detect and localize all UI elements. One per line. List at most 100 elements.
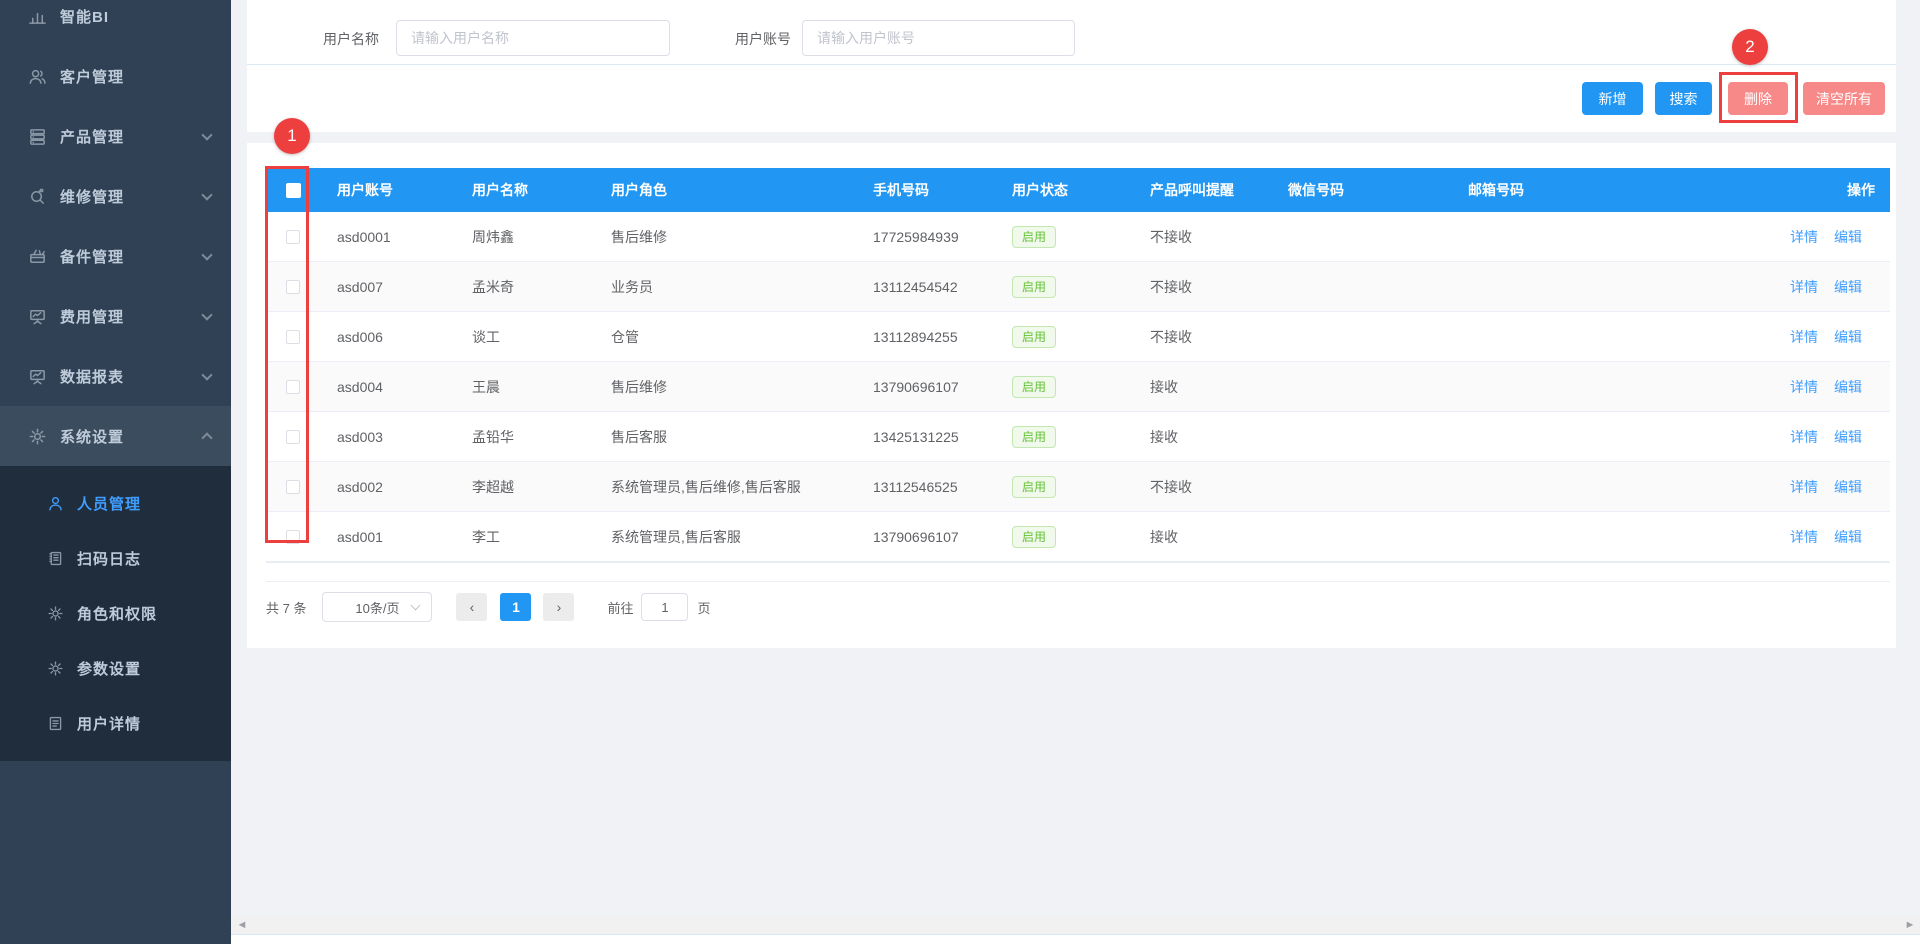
- cell-notify: 不接收: [1133, 227, 1271, 247]
- pagination-total: 共 7 条: [266, 598, 306, 617]
- params-gear-icon: [46, 660, 64, 678]
- customers-icon: [27, 66, 47, 86]
- row-checkbox[interactable]: [286, 330, 300, 344]
- status-badge: 启用: [1012, 426, 1056, 448]
- cell-role: 系统管理员,售后维修,售后客服: [594, 477, 856, 497]
- sidebar-item[interactable]: 智能BI: [0, 0, 231, 46]
- table-header-row: 用户账号用户名称用户角色手机号码用户状态产品呼叫提醒微信号码邮箱号码操作: [266, 168, 1890, 212]
- repair-icon: [27, 186, 47, 206]
- user-name-label: 用户名称: [323, 29, 379, 49]
- detail-link[interactable]: 详情: [1790, 477, 1818, 497]
- detail-link[interactable]: 详情: [1790, 527, 1818, 547]
- add-button[interactable]: 新增: [1582, 82, 1643, 115]
- column-header: 操作: [1700, 180, 1890, 200]
- user-name-input[interactable]: [397, 21, 669, 55]
- sidebar-item[interactable]: 系统设置: [0, 406, 231, 466]
- edit-link[interactable]: 编辑: [1834, 277, 1862, 297]
- cell-status: 启用: [995, 476, 1133, 498]
- edit-link[interactable]: 编辑: [1834, 427, 1862, 447]
- sidebar-subitem[interactable]: 角色和权限: [0, 586, 231, 641]
- select-all-checkbox[interactable]: [286, 183, 301, 198]
- page-1-button[interactable]: 1: [500, 593, 531, 621]
- status-badge: 启用: [1012, 326, 1056, 348]
- user-account-input[interactable]: [803, 21, 1074, 55]
- cell-notify: 不接收: [1133, 327, 1271, 347]
- scroll-right-icon[interactable]: ►: [1904, 919, 1916, 931]
- table-row: asd004王晨售后维修13790696107启用接收详情编辑: [266, 362, 1890, 412]
- edit-link[interactable]: 编辑: [1834, 227, 1862, 247]
- goto-page-input[interactable]: [641, 593, 688, 621]
- sidebar-item-label: 客户管理: [60, 66, 124, 87]
- edit-link[interactable]: 编辑: [1834, 327, 1862, 347]
- cell-role: 售后维修: [594, 227, 856, 247]
- chevron-down-icon: [201, 369, 212, 380]
- table-row: asd0001周炜鑫售后维修17725984939启用不接收详情编辑: [266, 212, 1890, 262]
- sidebar-item-label: 系统设置: [60, 426, 124, 447]
- delete-button[interactable]: 删除: [1728, 82, 1788, 115]
- sidebar-subitem-label: 用户详情: [77, 713, 141, 734]
- sidebar-item[interactable]: 费用管理: [0, 286, 231, 346]
- cell-account: asd003: [320, 429, 455, 445]
- cell-account: asd007: [320, 279, 455, 295]
- user-account-label: 用户账号: [735, 29, 791, 49]
- column-header: 用户角色: [594, 180, 856, 200]
- detail-link[interactable]: 详情: [1790, 377, 1818, 397]
- scroll-left-icon[interactable]: ◄: [236, 919, 248, 931]
- edit-link[interactable]: 编辑: [1834, 527, 1862, 547]
- page-suffix-label: 页: [697, 598, 710, 617]
- sidebar-menu: 智能BI 客户管理产品管理维修管理备件管理费用管理数据报表系统设置: [0, 0, 231, 466]
- cell-phone: 13112546525: [856, 479, 995, 495]
- row-checkbox[interactable]: [286, 430, 300, 444]
- page-size-value: 10条/页: [355, 598, 399, 617]
- form-divider: [247, 64, 1896, 65]
- row-checkbox[interactable]: [286, 380, 300, 394]
- prev-page-button[interactable]: ‹: [456, 593, 487, 621]
- detail-link[interactable]: 详情: [1790, 277, 1818, 297]
- bar-chart-icon: [27, 6, 47, 26]
- status-badge: 启用: [1012, 226, 1056, 248]
- cell-name: 李工: [455, 527, 594, 547]
- sidebar-item[interactable]: 产品管理: [0, 106, 231, 166]
- page-size-select[interactable]: 10条/页: [322, 592, 432, 622]
- users-table: 用户账号用户名称用户角色手机号码用户状态产品呼叫提醒微信号码邮箱号码操作 asd…: [266, 168, 1890, 562]
- sidebar-item[interactable]: 备件管理: [0, 226, 231, 286]
- sidebar-item[interactable]: 客户管理: [0, 46, 231, 106]
- sidebar-subitem-label: 人员管理: [77, 493, 141, 514]
- cell-phone: 13425131225: [856, 429, 995, 445]
- sidebar-item-label: 数据报表: [60, 366, 124, 387]
- clear-all-button[interactable]: 清空所有: [1803, 82, 1885, 115]
- row-checkbox[interactable]: [286, 530, 300, 544]
- row-checkbox[interactable]: [286, 480, 300, 494]
- sidebar-item[interactable]: 维修管理: [0, 166, 231, 226]
- cell-role: 售后维修: [594, 377, 856, 397]
- cell-name: 周炜鑫: [455, 227, 594, 247]
- column-header: 用户状态: [995, 180, 1133, 200]
- row-checkbox[interactable]: [286, 230, 300, 244]
- edit-link[interactable]: 编辑: [1834, 477, 1862, 497]
- chevron-down-icon: [201, 129, 212, 140]
- sidebar-subitem[interactable]: 用户详情: [0, 696, 231, 751]
- sidebar-subitem[interactable]: 人员管理: [0, 476, 231, 531]
- next-page-button[interactable]: ›: [543, 593, 574, 621]
- cell-notify: 接收: [1133, 427, 1271, 447]
- detail-link[interactable]: 详情: [1790, 427, 1818, 447]
- edit-link[interactable]: 编辑: [1834, 377, 1862, 397]
- horizontal-scrollbar[interactable]: ◄ ►: [231, 916, 1920, 934]
- status-badge: 启用: [1012, 376, 1056, 398]
- sidebar-subitem[interactable]: 扫码日志: [0, 531, 231, 586]
- sidebar-item-label: 智能BI: [60, 6, 109, 27]
- user-name-input-wrap: [396, 20, 670, 56]
- cell-notify: 不接收: [1133, 477, 1271, 497]
- sidebar-item-label: 维修管理: [60, 186, 124, 207]
- row-checkbox[interactable]: [286, 280, 300, 294]
- detail-link[interactable]: 详情: [1790, 327, 1818, 347]
- search-button[interactable]: 搜索: [1655, 82, 1712, 115]
- sidebar-subitem[interactable]: 参数设置: [0, 641, 231, 696]
- sidebar-item[interactable]: 数据报表: [0, 346, 231, 406]
- cell-role: 售后客服: [594, 427, 856, 447]
- cell-role: 系统管理员,售后客服: [594, 527, 856, 547]
- detail-link[interactable]: 详情: [1790, 227, 1818, 247]
- sidebar-item-label: 产品管理: [60, 126, 124, 147]
- scan-log-icon: [46, 550, 64, 568]
- annotation-step-1-badge: 1: [274, 118, 310, 154]
